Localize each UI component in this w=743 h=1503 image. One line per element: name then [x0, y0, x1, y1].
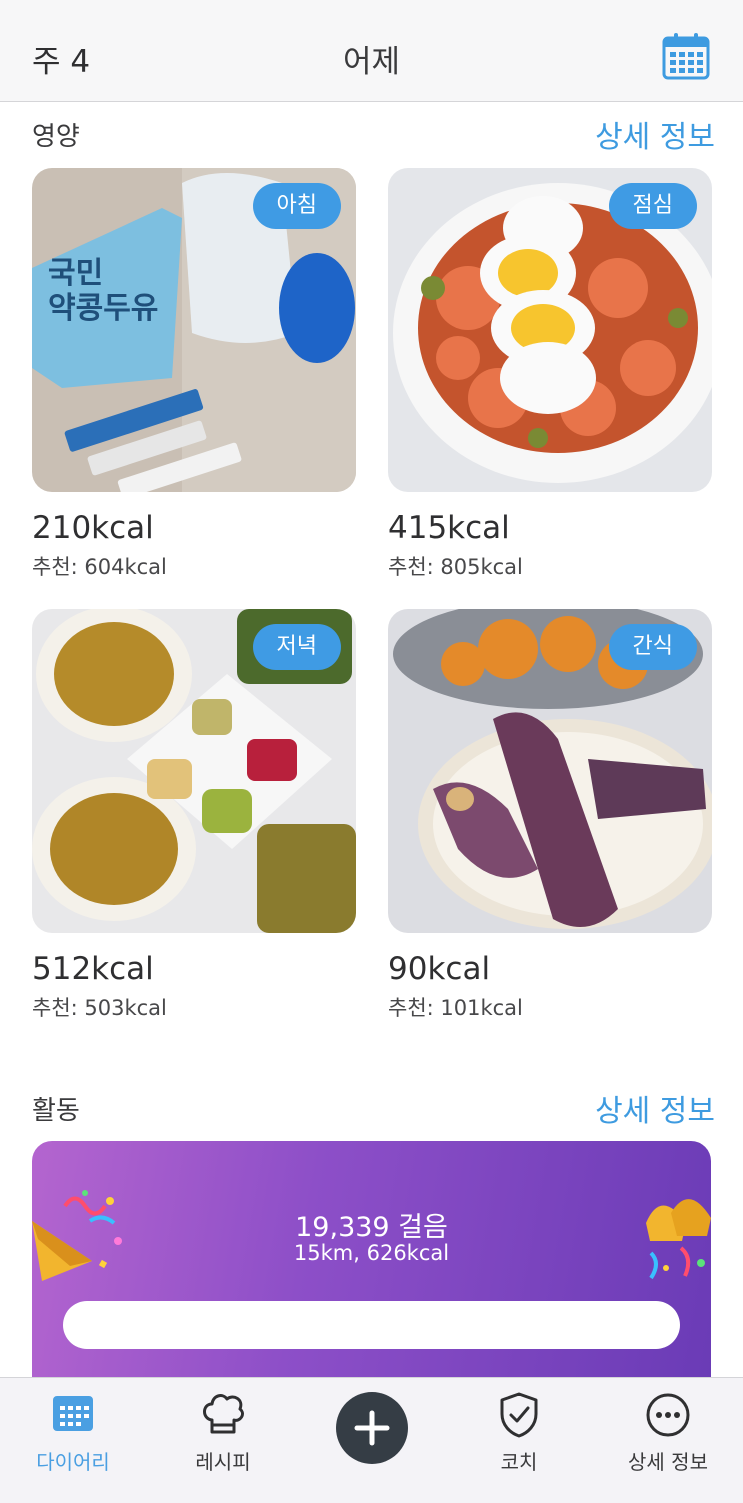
- meal-recommended: 추천: 503kcal: [32, 996, 167, 1020]
- meal-recommended: 추천: 805kcal: [388, 555, 523, 579]
- svg-text:국민: 국민: [48, 256, 103, 291]
- meal-badge: 저녁: [252, 624, 341, 670]
- steps-count: 19,339 걸음: [295, 1212, 448, 1243]
- chef-hat-icon: [203, 1394, 244, 1434]
- meal-badge: 아침: [252, 183, 341, 229]
- svg-text:약콩두유: 약콩두유: [48, 291, 158, 326]
- activity-card[interactable]: 19,339 걸음 15km, 626kcal: [32, 1141, 711, 1403]
- meal-card-breakfast[interactable]: 국민 약콩두유 아침: [32, 168, 356, 492]
- meal-card-dinner[interactable]: 저녁: [32, 609, 356, 933]
- calendar-icon: [53, 1396, 93, 1431]
- meal-kcal: 90kcal: [388, 951, 491, 987]
- meal-recommended: 추천: 101kcal: [388, 996, 523, 1020]
- tab-diary[interactable]: 다이어리: [0, 1378, 148, 1503]
- activity-detail-link[interactable]: 상세 정보: [595, 1086, 715, 1130]
- meal-kcal: 210kcal: [32, 510, 154, 546]
- tab-label: 코치: [500, 1450, 538, 1474]
- meal-badge: 점심: [608, 183, 697, 229]
- meal-badge: 간식: [608, 624, 697, 670]
- tab-recipe[interactable]: 레시피: [148, 1378, 298, 1503]
- calendar-icon[interactable]: [661, 31, 711, 81]
- tab-label: 상세 정보: [628, 1450, 708, 1474]
- meal-kcal: 512kcal: [32, 951, 154, 987]
- meal-recommended: 추천: 604kcal: [32, 555, 167, 579]
- more-icon: [646, 1393, 690, 1437]
- activity-summary: 15km, 626kcal: [293, 1241, 450, 1265]
- page-title: 어제: [342, 44, 401, 80]
- meal-kcal: 415kcal: [388, 510, 510, 546]
- plus-icon: [354, 1410, 390, 1446]
- top-bar: 주 4 어제: [0, 0, 743, 102]
- meal-card-lunch[interactable]: 점심: [388, 168, 712, 492]
- tab-label: 레시피: [195, 1450, 251, 1474]
- add-button[interactable]: [336, 1392, 408, 1464]
- tab-coach[interactable]: 코치: [444, 1378, 594, 1503]
- activity-title: 활동: [32, 1096, 80, 1126]
- tab-more[interactable]: 상세 정보: [593, 1378, 743, 1503]
- steps-progress-bar: [63, 1301, 680, 1349]
- meal-card-snack[interactable]: 간식: [388, 609, 712, 933]
- nutrition-title: 영양: [32, 122, 80, 152]
- shield-check-icon: [500, 1392, 538, 1438]
- tab-label: 다이어리: [36, 1450, 110, 1474]
- nutrition-detail-link[interactable]: 상세 정보: [595, 112, 715, 156]
